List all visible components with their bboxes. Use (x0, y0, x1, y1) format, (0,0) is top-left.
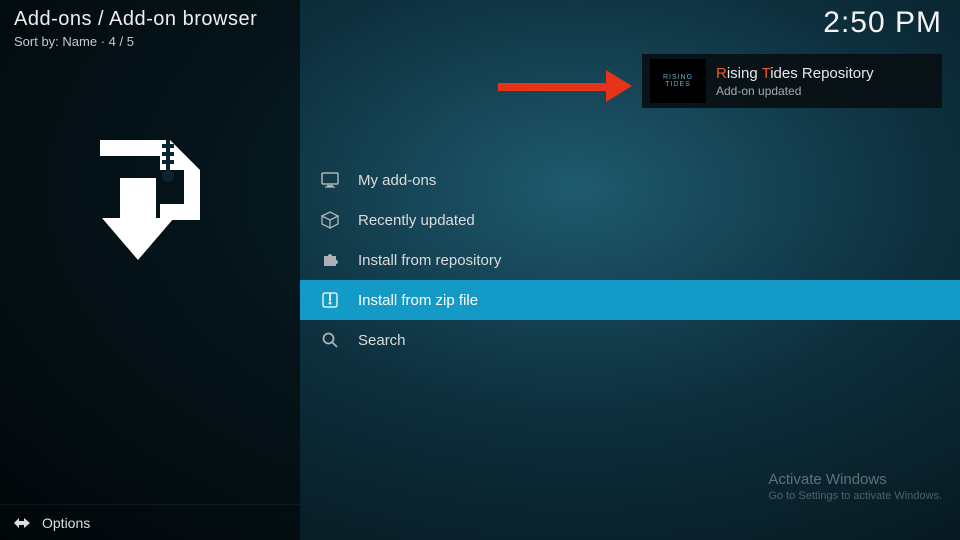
clock: 2:50 PM (823, 6, 942, 40)
menu-item-install-from-zip-file[interactable]: Install from zip file (300, 280, 960, 320)
menu-item-install-from-repository[interactable]: Install from repository (300, 240, 960, 280)
options-button[interactable]: Options (0, 504, 300, 540)
monitor-icon (320, 170, 340, 190)
puzzle-icon (320, 250, 340, 270)
zip-download-icon (80, 130, 220, 270)
menu-item-label: Recently updated (358, 212, 475, 229)
addon-menu: My add-ons Recently updated Install from r… (300, 160, 960, 360)
menu-item-label: My add-ons (358, 172, 436, 189)
notification-toast: RISING TIDES Rising Tides Repository Add… (642, 54, 942, 108)
notification-subtitle: Add-on updated (716, 84, 874, 98)
notification-thumbnail: RISING TIDES (650, 59, 706, 103)
options-label: Options (42, 515, 90, 531)
options-arrow-icon (14, 516, 30, 530)
menu-item-label: Install from zip file (358, 292, 478, 309)
sort-info: Sort by: Name · 4 / 5 (14, 34, 134, 49)
box-icon (320, 210, 340, 230)
zip-icon (320, 290, 340, 310)
annotation-arrow (498, 74, 638, 98)
menu-item-label: Search (358, 332, 406, 349)
breadcrumb: Add-ons / Add-on browser (14, 8, 257, 31)
menu-item-search[interactable]: Search (300, 320, 960, 360)
sidebar: Add-ons / Add-on browser Sort by: Name ·… (0, 0, 300, 540)
windows-watermark: Activate Windows Go to Settings to activ… (768, 471, 942, 502)
notification-title: Rising Tides Repository (716, 65, 874, 82)
menu-item-label: Install from repository (358, 252, 501, 269)
menu-item-my-add-ons[interactable]: My add-ons (300, 160, 960, 200)
menu-item-recently-updated[interactable]: Recently updated (300, 200, 960, 240)
search-icon (320, 330, 340, 350)
